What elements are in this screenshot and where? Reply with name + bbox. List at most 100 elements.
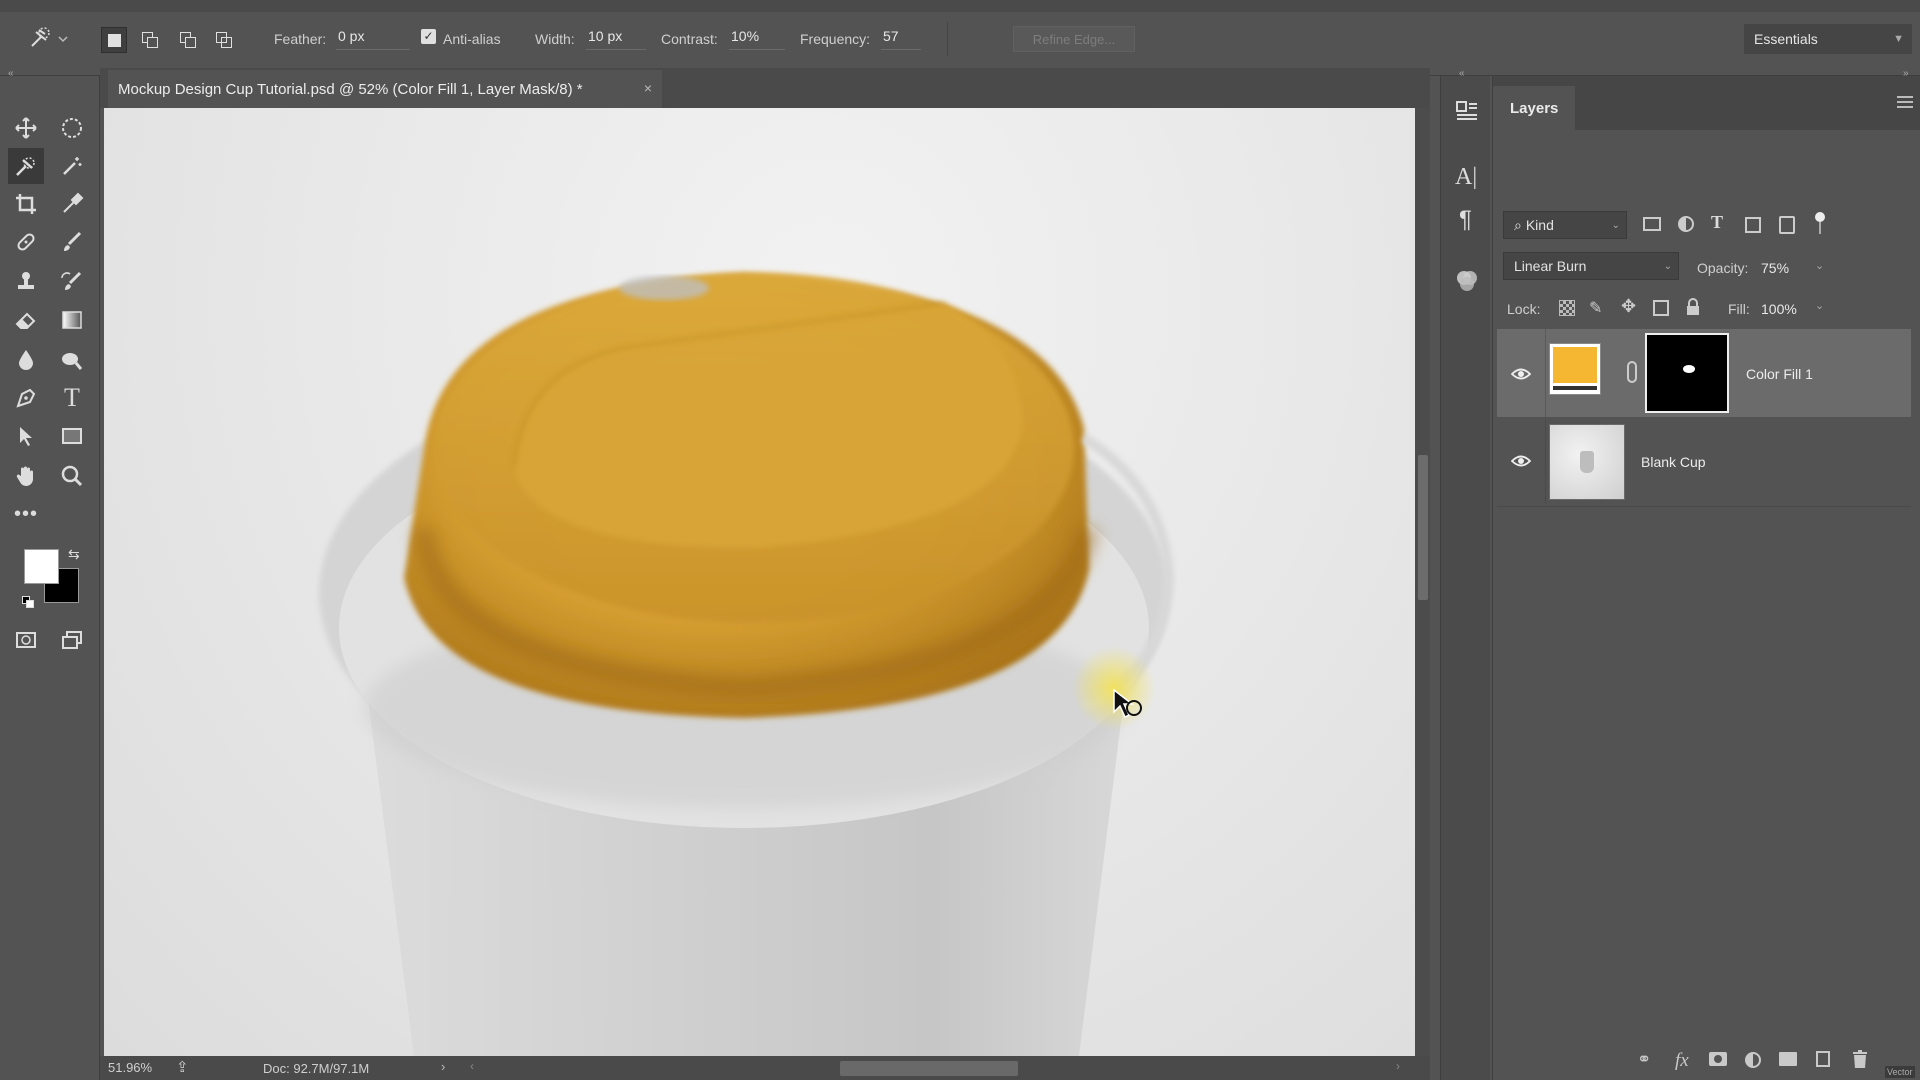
move-tool-icon[interactable] (8, 110, 44, 146)
character-panel-icon[interactable]: A| (1455, 164, 1477, 191)
refine-edge-button[interactable]: Refine Edge... (1013, 26, 1135, 52)
lock-image-pixels-icon[interactable]: ✎ (1589, 298, 1602, 318)
layer-mask-thumbnail[interactable] (1645, 333, 1729, 413)
eraser-tool-icon[interactable] (8, 302, 44, 338)
healing-brush-tool-icon[interactable] (8, 224, 44, 260)
lock-artboard-icon[interactable] (1653, 300, 1669, 316)
gradient-tool-icon[interactable] (54, 302, 90, 338)
hand-tool-icon[interactable] (8, 458, 44, 494)
filter-pixel-icon[interactable] (1643, 217, 1661, 231)
share-icon[interactable]: ⇪ (176, 1058, 189, 1076)
workspace-switcher[interactable]: Essentials ▼ (1744, 24, 1912, 54)
feather-input[interactable]: 0 px (336, 28, 410, 50)
document-canvas[interactable] (104, 108, 1415, 1056)
fill-swatch-bar (1553, 386, 1597, 390)
zoom-level[interactable]: 51.96% (108, 1060, 152, 1075)
properties-panel-icon[interactable] (1455, 100, 1479, 124)
opacity-value[interactable]: 75% (1761, 260, 1789, 276)
fx-icon[interactable]: fx (1675, 1050, 1689, 1072)
document-tab[interactable]: Mockup Design Cup Tutorial.psd @ 52% (Co… (108, 70, 662, 108)
layer-name-blank-cup[interactable]: Blank Cup (1641, 454, 1706, 470)
layer-row-color-fill-1[interactable]: Color Fill 1 (1497, 329, 1911, 417)
lock-all-icon[interactable] (1686, 298, 1700, 316)
dodge-tool-icon[interactable] (54, 342, 90, 378)
eye-icon[interactable] (1511, 454, 1531, 468)
link-mask-icon[interactable] (1627, 361, 1637, 383)
layers-tab[interactable]: Layers (1493, 86, 1575, 130)
status-menu-arrow-icon[interactable]: › (441, 1059, 445, 1074)
anti-alias-checkbox[interactable]: ✓ (421, 29, 436, 44)
type-tool-icon[interactable]: T (54, 380, 90, 416)
trash-icon[interactable] (1853, 1050, 1867, 1068)
options-divider (947, 22, 948, 56)
close-icon[interactable]: × (644, 80, 652, 96)
fill-value[interactable]: 100% (1761, 301, 1797, 317)
cup-mockup-image (319, 273, 1175, 1056)
collapse-panel-icon[interactable]: « (8, 68, 14, 79)
width-input[interactable]: 10 px (586, 28, 646, 50)
more-tools-icon[interactable]: ••• (8, 496, 44, 532)
filter-toggle-icon[interactable] (1815, 212, 1825, 222)
search-icon: ⌕ (1514, 216, 1522, 233)
mask-icon[interactable] (1709, 1052, 1727, 1066)
filter-adjustment-icon[interactable] (1678, 216, 1694, 232)
filter-type-icon[interactable]: T (1711, 212, 1723, 233)
blank-cup-thumbnail[interactable] (1549, 424, 1625, 500)
quick-mask-icon[interactable] (8, 622, 44, 658)
fill-chevron-icon[interactable]: ⌄ (1815, 299, 1824, 312)
expand-panels-icon[interactable]: » (1903, 68, 1909, 79)
blend-mode-label: Linear Burn (1514, 258, 1587, 274)
blur-tool-icon[interactable] (8, 342, 44, 378)
eyedropper-tool-icon[interactable] (54, 186, 90, 222)
pen-tool-icon[interactable] (8, 380, 44, 416)
layer-name-color-fill-1[interactable]: Color Fill 1 (1746, 366, 1813, 382)
ellipse-marquee-tool-icon[interactable] (54, 110, 90, 146)
opacity-chevron-icon[interactable]: ⌄ (1815, 259, 1824, 272)
new-selection-mode-button[interactable] (101, 27, 127, 53)
intersect-selection-mode-button[interactable] (211, 27, 237, 53)
contrast-label: Contrast: (661, 31, 718, 47)
scroll-right-icon[interactable]: › (1396, 1059, 1400, 1073)
frequency-input[interactable]: 57 (881, 28, 921, 50)
foreground-color-swatch[interactable] (24, 549, 59, 584)
magic-wand-tool-icon[interactable] (54, 148, 90, 184)
panel-menu-icon[interactable] (1897, 96, 1913, 108)
swap-colors-icon[interactable]: ⇆ (68, 546, 80, 563)
paragraph-panel-icon[interactable]: ¶ (1459, 206, 1472, 234)
adjustment-icon[interactable] (1745, 1052, 1761, 1068)
zoom-tool-icon[interactable] (54, 458, 90, 494)
lock-position-icon[interactable]: ✥ (1621, 296, 1636, 317)
filter-smart-object-icon[interactable] (1779, 216, 1795, 234)
filter-shape-icon[interactable] (1745, 217, 1761, 233)
default-colors-icon[interactable] (22, 596, 34, 608)
layer-row-blank-cup[interactable]: Blank Cup (1497, 420, 1911, 504)
channels-panel-icon[interactable] (1454, 268, 1480, 294)
screen-mode-icon[interactable] (54, 622, 90, 658)
quick-selection-tool-icon[interactable] (8, 148, 44, 184)
collapse-panels-icon[interactable]: « (1459, 68, 1465, 79)
add-to-selection-mode-button[interactable] (137, 27, 163, 53)
brush-tool-icon[interactable] (54, 224, 90, 260)
subtract-from-selection-mode-button[interactable] (175, 27, 201, 53)
doc-size[interactable]: Doc: 92.7M/97.1M (263, 1061, 369, 1076)
scroll-left-icon[interactable]: ‹ (470, 1059, 474, 1073)
lock-transparent-pixels-icon[interactable] (1559, 300, 1575, 316)
filter-toggle-track (1819, 222, 1821, 234)
clone-stamp-tool-icon[interactable] (8, 264, 44, 300)
horizontal-scrollbar-thumb[interactable] (840, 1061, 1018, 1076)
history-brush-tool-icon[interactable] (54, 264, 90, 300)
color-fill-thumbnail[interactable] (1549, 343, 1601, 395)
contrast-input[interactable]: 10% (729, 28, 785, 50)
new-layer-icon[interactable] (1816, 1051, 1830, 1067)
folder-icon[interactable] (1779, 1052, 1797, 1066)
path-selection-tool-icon[interactable] (8, 418, 44, 454)
eye-icon[interactable] (1511, 367, 1531, 381)
link-icon[interactable]: ⚭ (1637, 1050, 1651, 1070)
fill-label: Fill: (1728, 301, 1750, 317)
vertical-scrollbar-thumb[interactable] (1418, 455, 1428, 600)
rectangle-tool-icon[interactable] (54, 418, 90, 454)
crop-tool-icon[interactable] (8, 186, 44, 222)
quick-selection-tool-preset-icon[interactable] (26, 24, 70, 52)
blend-mode-select[interactable]: Linear Burn ⌄ (1503, 252, 1679, 280)
filter-kind-select[interactable]: ⌕ Kind ⌄ (1503, 211, 1627, 239)
